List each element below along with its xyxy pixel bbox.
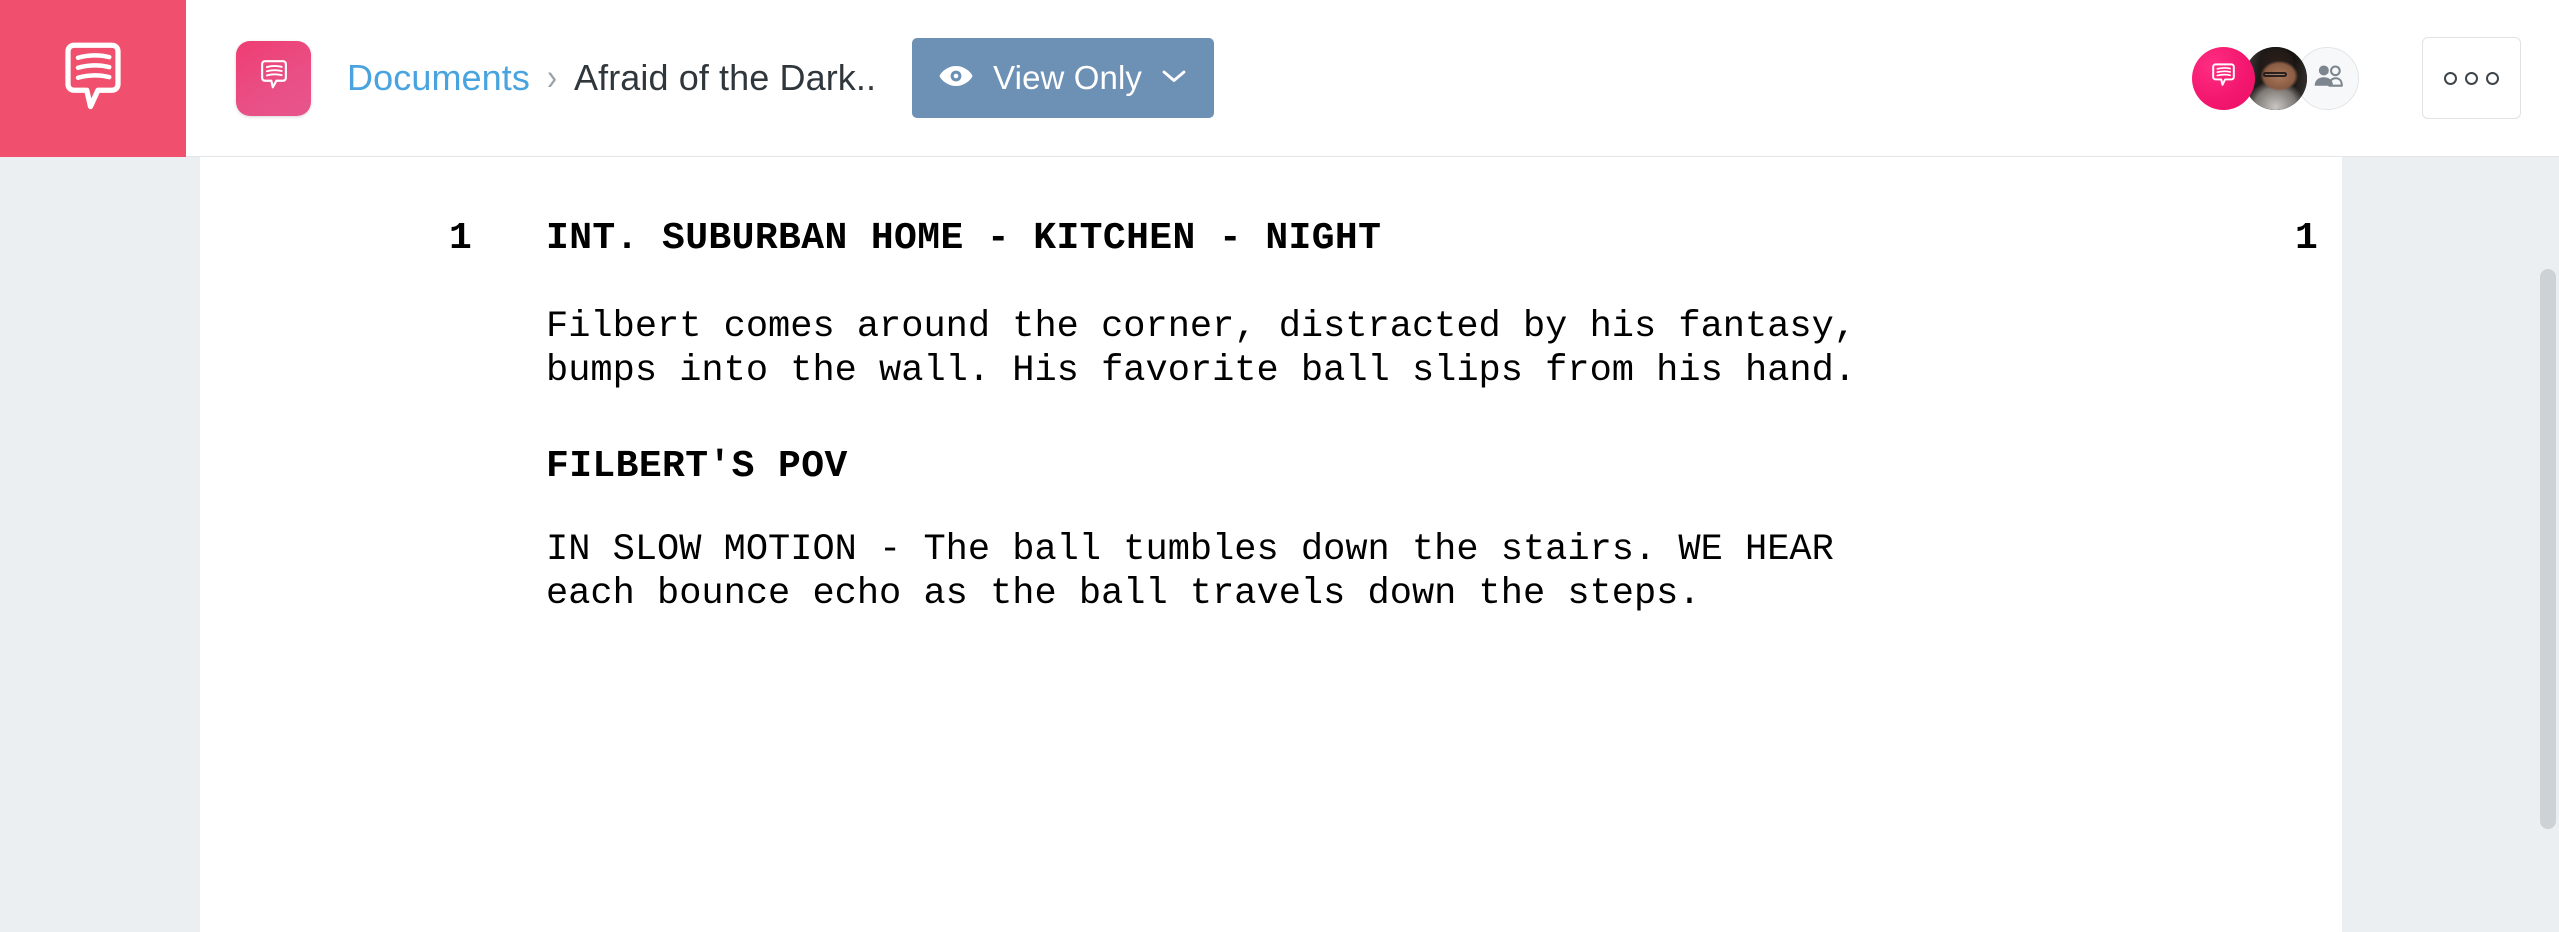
chevron-right-icon: › bbox=[546, 56, 557, 98]
three-circles-icon-3 bbox=[2486, 71, 2499, 85]
shot-heading-filberts-pov[interactable]: FILBERT'S POV bbox=[546, 445, 2342, 488]
breadcrumb-documents-link[interactable]: Documents bbox=[347, 57, 530, 99]
breadcrumb: Documents › Afraid of the Dark.. bbox=[347, 57, 876, 99]
chevron-down-icon bbox=[1161, 68, 1187, 89]
app-header: Documents › Afraid of the Dark.. View On… bbox=[0, 0, 2559, 157]
view-only-button[interactable]: View Only bbox=[912, 38, 1214, 118]
three-circles-icon-2 bbox=[2465, 71, 2478, 85]
avatar-comment-badge[interactable] bbox=[2192, 46, 2255, 110]
view-only-label: View Only bbox=[993, 59, 1142, 96]
action-paragraph-1[interactable]: Filbert comes around the corner, distrac… bbox=[546, 305, 2342, 393]
more-options-button[interactable] bbox=[2422, 37, 2521, 119]
speech-bubble-icon bbox=[2207, 59, 2240, 97]
glasses-detail bbox=[2262, 71, 2287, 78]
speech-bubble-script-icon bbox=[53, 39, 133, 119]
document-workspace: 1 INT. SUBURBAN HOME - KITCHEN - NIGHT 1… bbox=[0, 157, 2559, 932]
app-logo[interactable] bbox=[0, 0, 186, 157]
scene-number-right: 1 bbox=[2295, 217, 2318, 260]
header-content: Documents › Afraid of the Dark.. View On… bbox=[186, 0, 2559, 156]
breadcrumb-current-document[interactable]: Afraid of the Dark.. bbox=[574, 57, 876, 99]
scrollbar-thumb[interactable] bbox=[2540, 269, 2556, 829]
document-icon-tile[interactable] bbox=[236, 40, 311, 116]
screenplay-content: 1 INT. SUBURBAN HOME - KITCHEN - NIGHT 1… bbox=[200, 157, 2342, 616]
action-paragraph-2[interactable]: IN SLOW MOTION - The ball tumbles down t… bbox=[546, 528, 2342, 616]
scene-number-left: 1 bbox=[449, 217, 472, 260]
collaborator-avatars bbox=[2192, 46, 2359, 110]
speech-bubble-script-icon bbox=[255, 57, 293, 100]
eye-icon bbox=[938, 63, 974, 94]
vertical-scrollbar[interactable] bbox=[2535, 157, 2559, 932]
people-add-icon bbox=[2312, 64, 2344, 93]
script-page[interactable]: 1 INT. SUBURBAN HOME - KITCHEN - NIGHT 1… bbox=[200, 157, 2342, 932]
scene-heading-row: 1 INT. SUBURBAN HOME - KITCHEN - NIGHT 1 bbox=[200, 217, 2342, 277]
scene-heading-text[interactable]: INT. SUBURBAN HOME - KITCHEN - NIGHT bbox=[546, 217, 1381, 260]
app-root: Documents › Afraid of the Dark.. View On… bbox=[0, 0, 2559, 932]
three-circles-icon bbox=[2444, 71, 2457, 85]
